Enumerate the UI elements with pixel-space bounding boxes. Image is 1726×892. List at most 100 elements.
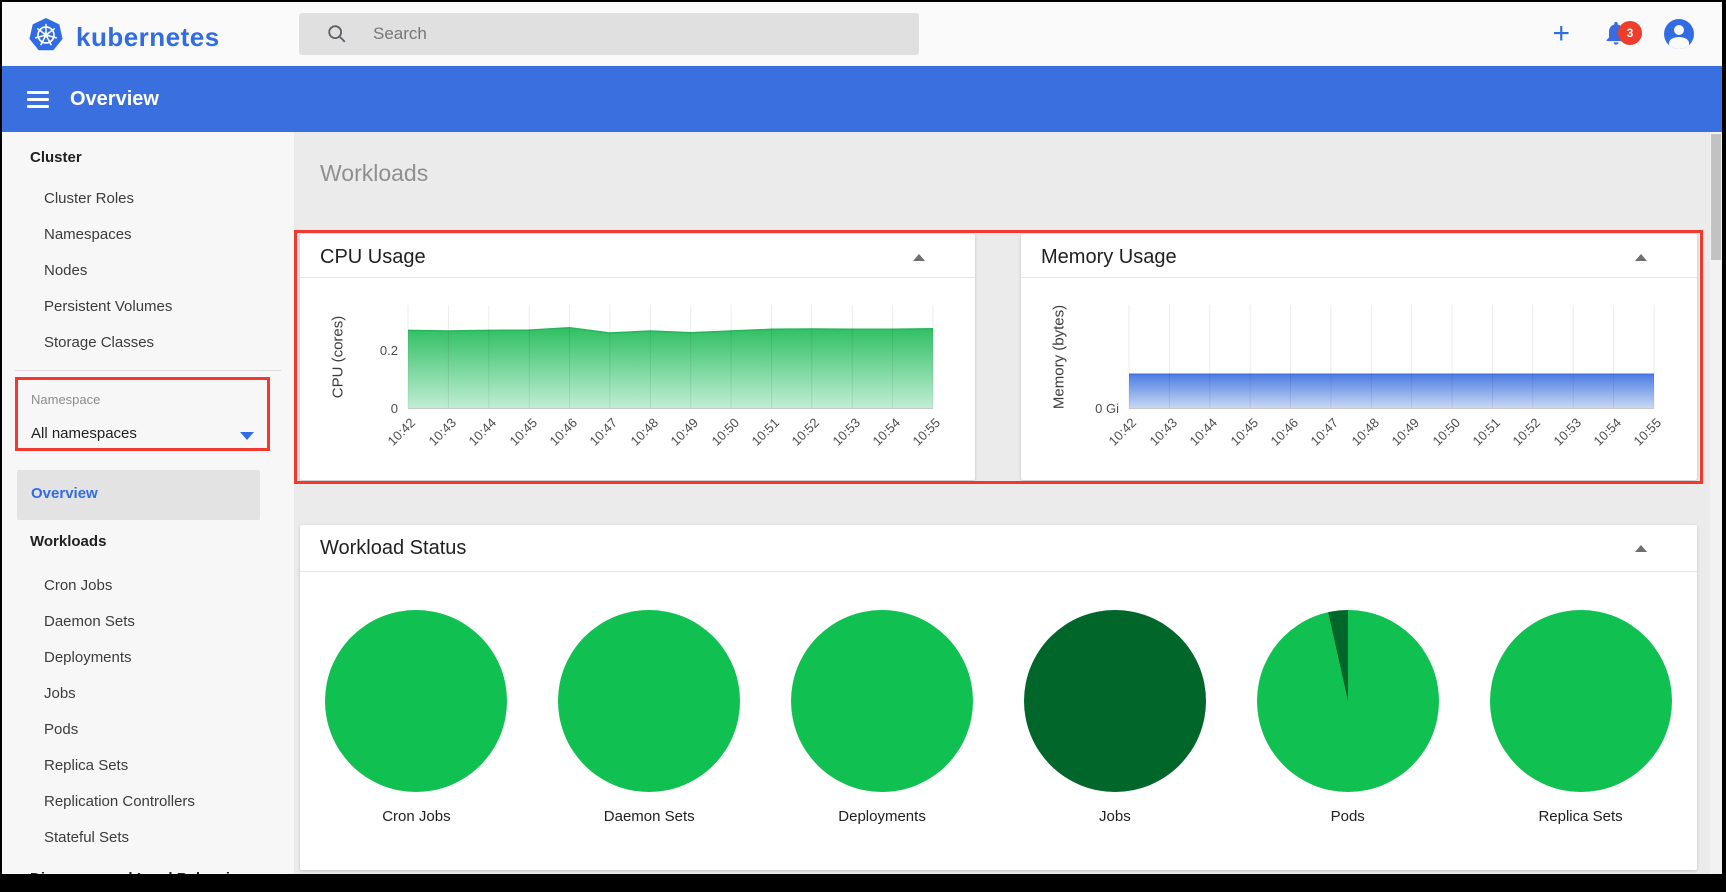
- y-tick-label: 0 Gi: [1061, 401, 1119, 416]
- chevron-down-icon[interactable]: [240, 432, 254, 440]
- sidebar-item-nodes[interactable]: Nodes: [44, 262, 87, 279]
- memory-usage-chart: 10:4210:4310:4410:4510:4610:4710:4810:49…: [1129, 305, 1654, 409]
- sidebar-divider: [15, 370, 281, 371]
- x-tick-label: 10:43: [1146, 415, 1180, 449]
- window-bottom-edge: [2, 874, 1722, 882]
- x-tick-label: 10:54: [1591, 415, 1625, 449]
- x-tick-label: 10:48: [627, 415, 661, 449]
- search-icon: [326, 23, 348, 45]
- workload-status-card: Workload Status Cron Jobs Daemon Sets Depl…: [300, 525, 1697, 870]
- memory-usage-title: Memory Usage: [1041, 246, 1177, 269]
- screenshot-frame: kubernetes + 3: [0, 0, 1726, 892]
- pie-label: Cron Jobs: [382, 808, 450, 825]
- sidebar-item-overview[interactable]: Overview: [17, 470, 260, 520]
- pie-chart[interactable]: [791, 610, 973, 792]
- sidebar-item-deployments[interactable]: Deployments: [44, 649, 132, 666]
- sidebar-nav: Cluster Cluster Roles Namespaces Nodes Pers…: [2, 132, 294, 874]
- top-bar: kubernetes + 3: [2, 2, 1722, 66]
- x-tick-label: 10:45: [1227, 415, 1261, 449]
- pie-chart[interactable]: [1490, 610, 1672, 792]
- pie-item-cron-jobs: Cron Jobs: [325, 572, 507, 870]
- top-actions: + 3: [1552, 2, 1694, 66]
- pie-item-daemon-sets: Daemon Sets: [558, 572, 740, 870]
- kubernetes-logo-icon: [29, 18, 63, 57]
- sidebar-item-namespaces[interactable]: Namespaces: [44, 226, 132, 243]
- x-tick-label: 10:51: [1469, 415, 1503, 449]
- x-tick-label: 10:48: [1348, 415, 1382, 449]
- x-tick-label: 10:42: [385, 415, 419, 449]
- sidebar-item-pods[interactable]: Pods: [44, 721, 78, 738]
- sidebar-section-cluster[interactable]: Cluster: [30, 149, 82, 166]
- x-tick-label: 10:52: [789, 415, 823, 449]
- app-bar: Overview: [2, 66, 1722, 132]
- app-window: kubernetes + 3: [2, 2, 1722, 882]
- workload-status-pies: Cron Jobs Daemon Sets Deployments Jobs Pods R…: [300, 572, 1697, 870]
- page-title: Workloads: [320, 160, 428, 187]
- sidebar-item-cluster-roles[interactable]: Cluster Roles: [44, 190, 134, 207]
- menu-icon[interactable]: [27, 91, 49, 108]
- x-tick-label: 10:53: [1550, 415, 1584, 449]
- x-tick-label: 10:44: [466, 415, 500, 449]
- pie-chart[interactable]: [558, 610, 740, 792]
- sidebar-item-replica-sets[interactable]: Replica Sets: [44, 757, 128, 774]
- memory-y-axis-label: Memory (bytes): [1051, 305, 1068, 409]
- create-resource-button[interactable]: +: [1552, 19, 1570, 49]
- x-tick-label: 10:53: [829, 415, 863, 449]
- x-tick-label: 10:46: [547, 415, 581, 449]
- page-header-title: Overview: [70, 88, 159, 111]
- scrollbar-thumb[interactable]: [1711, 134, 1721, 260]
- cpu-usage-title: CPU Usage: [320, 246, 426, 269]
- pie-item-replica-sets: Replica Sets: [1490, 572, 1672, 870]
- x-tick-label: 10:54: [870, 415, 904, 449]
- x-tick-label: 10:44: [1187, 415, 1221, 449]
- notification-count-badge: 3: [1618, 21, 1642, 45]
- pie-item-deployments: Deployments: [791, 572, 973, 870]
- sidebar-item-daemon-sets[interactable]: Daemon Sets: [44, 613, 135, 630]
- sidebar-item-replication-controllers[interactable]: Replication Controllers: [44, 793, 195, 810]
- memory-usage-card: Memory Usage Memory (bytes) 10:4210:4310…: [1021, 234, 1697, 480]
- sidebar-item-jobs[interactable]: Jobs: [44, 685, 76, 702]
- x-tick-label: 10:45: [506, 415, 540, 449]
- search-bar[interactable]: [299, 13, 919, 55]
- collapse-arrow-icon[interactable]: [1635, 545, 1647, 552]
- vertical-scrollbar[interactable]: [1710, 132, 1722, 874]
- pie-chart[interactable]: [1257, 610, 1439, 792]
- sidebar-item-cron-jobs[interactable]: Cron Jobs: [44, 577, 112, 594]
- collapse-arrow-icon[interactable]: [913, 254, 925, 261]
- collapse-arrow-icon[interactable]: [1635, 254, 1647, 261]
- cpu-usage-chart: 10:4210:4310:4410:4510:4610:4710:4810:49…: [408, 305, 933, 409]
- pie-label: Daemon Sets: [604, 808, 695, 825]
- x-tick-label: 10:50: [1429, 415, 1463, 449]
- kubernetes-logo[interactable]: kubernetes: [29, 18, 220, 57]
- user-icon: [1674, 25, 1684, 35]
- x-tick-label: 10:55: [910, 415, 944, 449]
- x-tick-label: 10:47: [587, 415, 621, 449]
- pie-label: Pods: [1331, 808, 1365, 825]
- x-tick-label: 10:42: [1106, 415, 1140, 449]
- pie-item-jobs: Jobs: [1024, 572, 1206, 870]
- y-tick-label: 0: [340, 401, 398, 416]
- pie-chart[interactable]: [325, 610, 507, 792]
- sidebar-section-workloads[interactable]: Workloads: [30, 533, 106, 550]
- pie-label: Deployments: [838, 808, 926, 825]
- main-content: Workloads CPU Usage CPU (cores) 10:4210:…: [294, 132, 1710, 874]
- x-tick-label: 10:55: [1631, 415, 1665, 449]
- x-tick-label: 10:43: [425, 415, 459, 449]
- x-tick-label: 10:47: [1308, 415, 1342, 449]
- x-tick-label: 10:49: [1389, 415, 1423, 449]
- x-tick-label: 10:50: [708, 415, 742, 449]
- x-tick-label: 10:46: [1268, 415, 1302, 449]
- sidebar-item-storage-classes[interactable]: Storage Classes: [44, 334, 154, 351]
- sidebar-item-persistent-volumes[interactable]: Persistent Volumes: [44, 298, 172, 315]
- user-account-button[interactable]: [1664, 19, 1694, 49]
- workload-status-title: Workload Status: [320, 537, 466, 560]
- sidebar-item-stateful-sets[interactable]: Stateful Sets: [44, 829, 129, 846]
- namespace-label: Namespace: [31, 392, 100, 407]
- notifications-button[interactable]: 3: [1602, 19, 1632, 49]
- search-input[interactable]: [373, 24, 893, 44]
- pie-chart[interactable]: [1024, 610, 1206, 792]
- x-tick-label: 10:52: [1510, 415, 1544, 449]
- brand-name: kubernetes: [76, 22, 220, 53]
- namespace-select[interactable]: All namespaces: [31, 425, 137, 442]
- cpu-usage-card: CPU Usage CPU (cores) 10:4210:4310:4410:…: [300, 234, 975, 480]
